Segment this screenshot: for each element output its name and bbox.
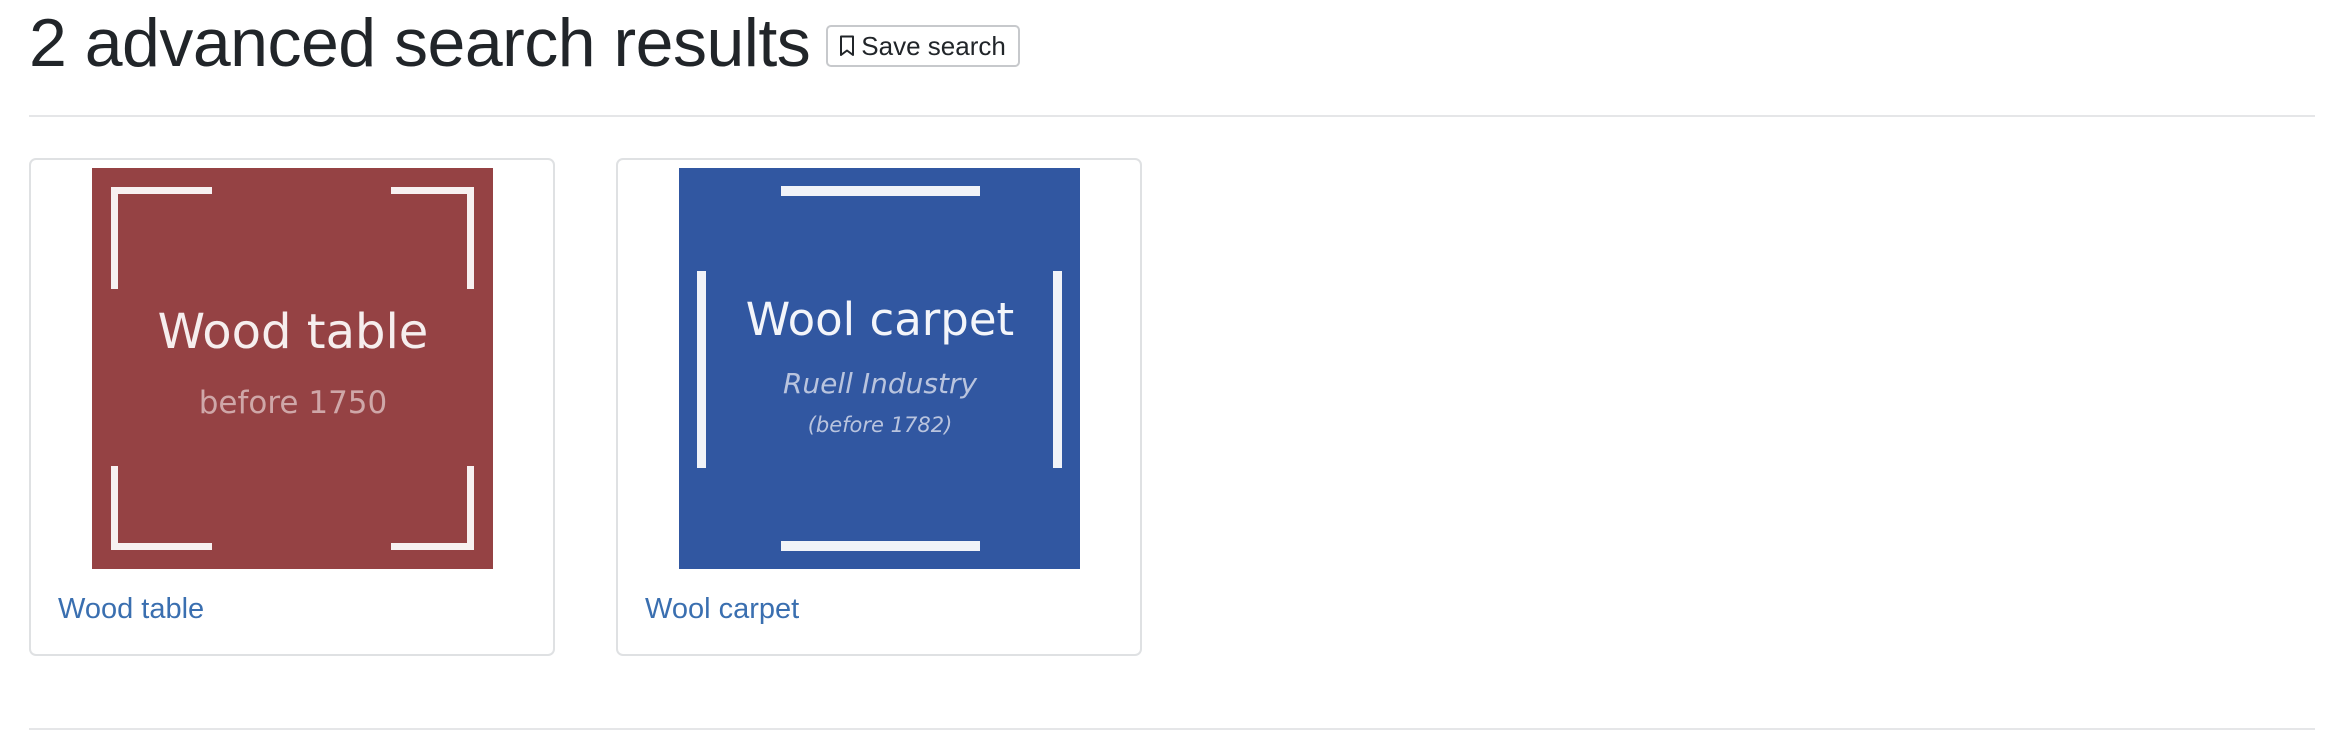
result-card: Wool carpet Ruell Industry (before 1782)… [616,158,1142,656]
thumbnail-subtitle: before 1750 [199,385,388,421]
thumbnail-title: Wool carpet [746,293,1014,346]
page-title: 2 advanced search results [29,5,811,81]
result-card: Wood table before 1750 Wood table [29,158,555,656]
result-title-link[interactable]: Wool carpet [645,593,799,626]
results-header: 2 advanced search results Save search [29,0,1020,86]
save-search-button[interactable]: Save search [826,25,1020,67]
thumbnail-background [92,168,493,569]
thumbnail-subtitle: Ruell Industry [783,367,977,400]
save-search-label: Save search [861,30,1006,61]
result-thumbnail[interactable]: Wool carpet Ruell Industry (before 1782) [679,168,1080,569]
bookmark-icon [839,35,855,57]
header-divider [29,115,2315,117]
result-title-link[interactable]: Wood table [58,593,204,626]
thumbnail-title: Wood table [158,304,429,360]
footer-divider [29,728,2315,730]
result-thumbnail[interactable]: Wood table before 1750 [92,168,493,569]
thumbnail-date: (before 1782) [808,413,953,437]
